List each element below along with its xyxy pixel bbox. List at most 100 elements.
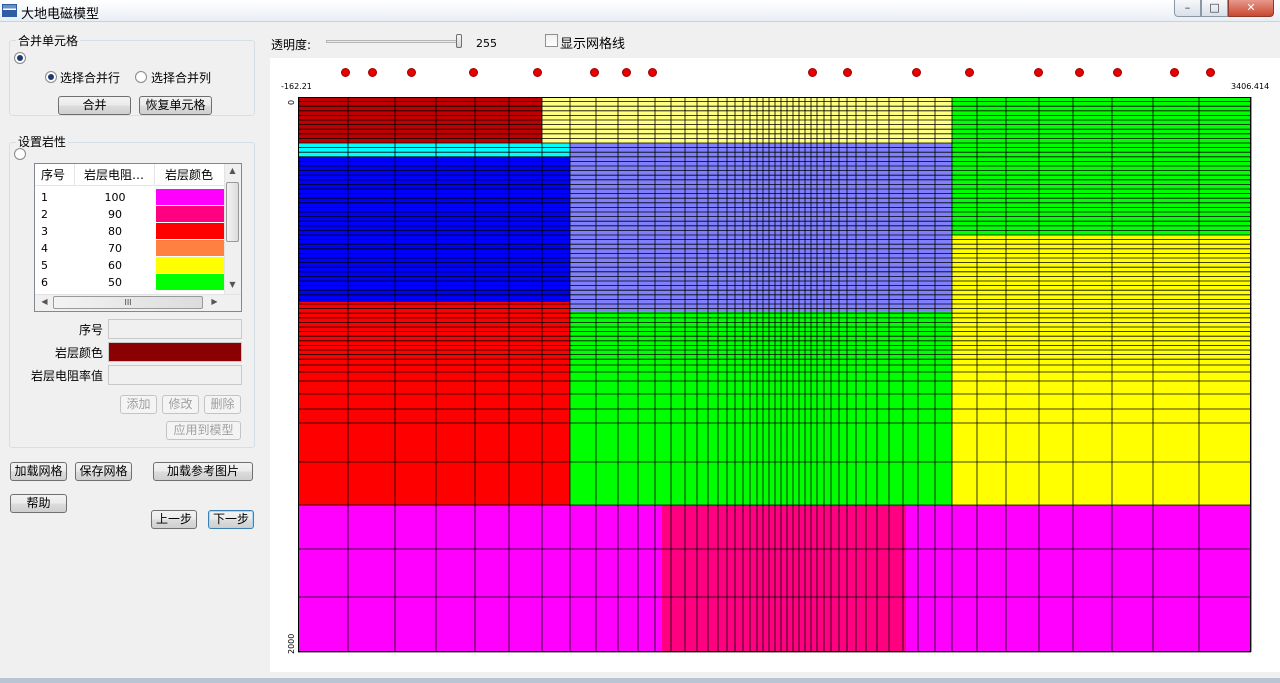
merge-row-label: 选择合并行 <box>60 71 121 85</box>
station-marker[interactable] <box>1034 68 1043 77</box>
load-reference-image-button[interactable]: 加载参考图片 <box>153 462 253 481</box>
row-id: 3 <box>41 225 48 238</box>
station-marker[interactable] <box>622 68 631 77</box>
x-min-label: -162.21 <box>281 82 312 91</box>
resistivity-field[interactable] <box>108 365 242 385</box>
next-step-button[interactable]: 下一步 <box>208 510 254 529</box>
row-id: 6 <box>41 276 48 289</box>
window-title: 大地电磁模型 <box>21 7 100 22</box>
help-button[interactable]: 帮助 <box>10 494 67 513</box>
station-marker[interactable] <box>1113 68 1122 77</box>
station-marker[interactable] <box>808 68 817 77</box>
station-marker[interactable] <box>912 68 921 77</box>
minimize-button[interactable]: – <box>1174 0 1201 17</box>
row-resistivity: 70 <box>108 242 122 255</box>
col-header-resistivity[interactable]: 岩层电阻… <box>75 164 155 186</box>
restore-cells-button[interactable]: 恢复单元格 <box>139 96 212 115</box>
row-color-swatch <box>156 240 224 256</box>
model-block[interactable] <box>298 143 570 157</box>
list-horizontal-scrollbar[interactable]: ◀ III ▶ <box>35 294 241 311</box>
scroll-left-icon[interactable]: ◀ <box>37 297 52 306</box>
station-marker[interactable] <box>590 68 599 77</box>
transparency-slider-track[interactable] <box>326 40 462 43</box>
lithology-list[interactable]: 序号 岩层电阻… 岩层颜色 1 100 2 90 3 80 4 70 5 60 <box>34 163 242 312</box>
depth-bottom-label: 2000 <box>287 633 296 654</box>
x-max-label: 3406.414 <box>1231 82 1270 91</box>
transparency-label: 透明度: <box>271 38 312 52</box>
model-block[interactable] <box>298 157 570 302</box>
title-bar: 大地电磁模型 – □ ✕ <box>0 0 1280 22</box>
lithology-radio[interactable] <box>14 148 26 160</box>
list-vertical-scrollbar[interactable]: ▲ ▼ <box>224 164 241 294</box>
station-marker[interactable] <box>469 68 478 77</box>
vertical-scroll-thumb[interactable] <box>226 182 239 242</box>
col-header-id[interactable]: 序号 <box>35 164 75 186</box>
scroll-right-icon[interactable]: ▶ <box>207 297 222 306</box>
list-item[interactable]: 2 90 <box>35 206 225 223</box>
model-canvas[interactable]: -162.21 3406.414 0 2000 <box>270 58 1280 672</box>
id-field[interactable] <box>108 319 242 339</box>
color-field[interactable] <box>108 342 242 362</box>
id-field-label: 序号 <box>78 323 103 337</box>
list-item[interactable]: 5 60 <box>35 257 225 274</box>
list-item[interactable]: 4 70 <box>35 240 225 257</box>
model-canvas-area: -162.21 3406.414 0 2000 <box>268 58 1280 683</box>
station-marker[interactable] <box>368 68 377 77</box>
row-color-swatch <box>156 274 224 290</box>
close-button[interactable]: ✕ <box>1228 0 1274 17</box>
maximize-button[interactable]: □ <box>1201 0 1228 17</box>
depth-top-label: 0 <box>287 99 296 105</box>
show-grid-checkbox[interactable] <box>545 34 558 47</box>
model-block[interactable] <box>952 235 1251 505</box>
resistivity-model-grid[interactable] <box>298 97 1253 654</box>
delete-button[interactable]: 删除 <box>204 395 241 414</box>
station-marker[interactable] <box>1170 68 1179 77</box>
station-marker[interactable] <box>341 68 350 77</box>
horizontal-scroll-thumb[interactable]: III <box>53 296 203 309</box>
merge-cells-title: 合并单元格 <box>16 32 81 49</box>
toolbar: 透明度: 255 显示网格线 <box>268 22 1280 58</box>
color-field-label: 岩层颜色 <box>54 346 103 360</box>
transparency-value: 255 <box>476 37 497 50</box>
row-resistivity: 60 <box>108 259 122 272</box>
station-marker[interactable] <box>843 68 852 77</box>
station-marker[interactable] <box>965 68 974 77</box>
list-item[interactable]: 1 100 <box>35 189 225 206</box>
merge-group-radio[interactable] <box>14 52 26 64</box>
save-grid-button[interactable]: 保存网格 <box>75 462 132 481</box>
row-color-swatch <box>156 206 224 222</box>
station-marker[interactable] <box>1075 68 1084 77</box>
merge-col-label: 选择合并列 <box>151 71 212 85</box>
merge-button[interactable]: 合并 <box>58 96 131 115</box>
list-item[interactable]: 3 80 <box>35 223 225 240</box>
apply-to-model-button[interactable]: 应用到模型 <box>166 421 241 440</box>
row-id: 1 <box>41 191 48 204</box>
scroll-up-icon[interactable]: ▲ <box>225 166 240 175</box>
row-id: 5 <box>41 259 48 272</box>
model-block[interactable] <box>298 302 570 505</box>
col-header-color[interactable]: 岩层颜色 <box>155 164 225 186</box>
lithology-title: 设置岩性 <box>16 133 69 150</box>
row-color-swatch <box>156 189 224 205</box>
list-header: 序号 岩层电阻… 岩层颜色 <box>35 164 225 186</box>
merge-col-radio[interactable] <box>135 71 147 83</box>
resistivity-field-label: 岩层电阻率值 <box>30 369 103 383</box>
add-button[interactable]: 添加 <box>120 395 157 414</box>
load-grid-button[interactable]: 加载网格 <box>10 462 67 481</box>
transparency-slider-thumb[interactable] <box>456 34 462 48</box>
merge-row-radio[interactable] <box>45 71 57 83</box>
prev-step-button[interactable]: 上一步 <box>151 510 197 529</box>
show-grid-label: 显示网格线 <box>560 37 626 52</box>
list-item[interactable]: 6 50 <box>35 274 225 291</box>
station-marker[interactable] <box>648 68 657 77</box>
scroll-down-icon[interactable]: ▼ <box>225 280 240 289</box>
row-resistivity: 90 <box>108 208 122 221</box>
model-block[interactable] <box>662 505 906 652</box>
left-panel: 合并单元格 选择合并行 选择合并列 合并 恢复单元格 设置岩性 序号 岩层电阻…… <box>0 22 268 683</box>
model-block[interactable] <box>570 311 952 505</box>
station-marker[interactable] <box>407 68 416 77</box>
station-marker[interactable] <box>533 68 542 77</box>
row-resistivity: 50 <box>108 276 122 289</box>
modify-button[interactable]: 修改 <box>162 395 199 414</box>
station-marker[interactable] <box>1206 68 1215 77</box>
